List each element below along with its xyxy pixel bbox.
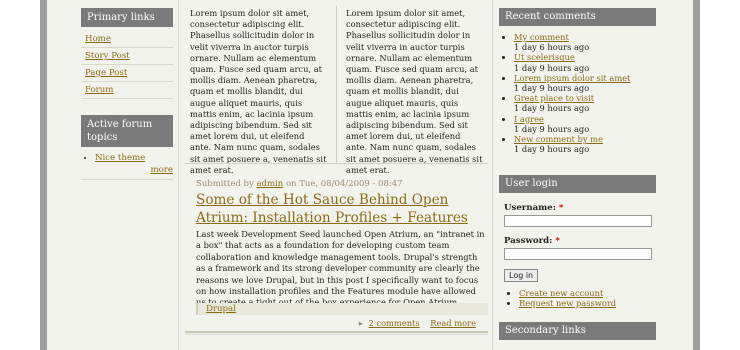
username-input[interactable] [504, 215, 652, 227]
primary-link-story-post: Story Post [81, 48, 173, 65]
arrow-icon: ▸ [358, 318, 363, 328]
required-mark: * [555, 236, 560, 246]
post-title-link[interactable]: Some of the Hot Sauce Behind Open Atrium… [196, 191, 486, 227]
primary-link-story-post-label[interactable]: Story Post [85, 51, 130, 61]
read-more-link[interactable]: Read more [430, 318, 476, 328]
forum-topics-list: Nice theme [81, 153, 173, 163]
forum-topics-title: Active forum topics [81, 115, 173, 147]
right-column-border [492, 0, 493, 350]
comment-item: Ut scelerisque1 day 9 hours ago [514, 52, 656, 72]
comment-link[interactable]: Ut scelerisque [514, 52, 575, 62]
post-submitted: Submitted by admin on Tue, 08/04/2009 - … [196, 179, 403, 189]
secondary-links-block: Secondary links [499, 322, 656, 340]
forum-topic-link[interactable]: Nice theme [95, 153, 145, 163]
comment-item: Great place to visit1 day 9 hours ago [514, 93, 656, 113]
comment-time: 1 day 6 hours ago [514, 42, 590, 53]
recent-comments-list: My comment1 day 6 hours ago Ut scelerisq… [499, 32, 656, 154]
username-label-text: Username: [504, 203, 556, 213]
comment-time: 1 day 9 hours ago [514, 83, 590, 94]
login-links: Create new account Request new password [504, 288, 651, 308]
tag-drupal-link[interactable]: Drupal [206, 304, 236, 314]
primary-links-title: Primary links [81, 8, 173, 27]
password-label: Password: * [504, 236, 651, 246]
user-login-block: User login Username: * Password: * Log i… [499, 175, 656, 308]
primary-link-forum-label[interactable]: Forum [85, 85, 113, 95]
comment-link[interactable]: New comment by me [514, 134, 603, 144]
comment-item: My comment1 day 6 hours ago [514, 32, 656, 52]
post-tags: Drupal [196, 303, 488, 315]
comment-time: 1 day 9 hours ago [514, 123, 590, 134]
comment-link[interactable]: Lorem ipsum dolor sit amet [514, 73, 630, 83]
submitted-date: on Tue, 08/04/2009 - 08:47 [285, 179, 403, 189]
comment-time: 1 day 9 hours ago [514, 62, 590, 73]
comment-link[interactable]: I agree [514, 114, 544, 124]
login-button[interactable]: Log in [504, 269, 539, 282]
post-body: Last week Development Seed launched Open… [196, 229, 485, 307]
comment-item: Lorem ipsum dolor sit amet1 day 9 hours … [514, 73, 656, 93]
create-account-item: Create new account [519, 288, 651, 298]
comments-link[interactable]: 2 comments [369, 318, 420, 328]
forum-topic-item: Nice theme [95, 153, 173, 163]
request-password-item: Request new password [519, 298, 651, 308]
right-sidebar: Recent comments My comment1 day 6 hours … [499, 8, 656, 154]
post-divider [185, 331, 488, 333]
columns-bottom-rule [185, 163, 488, 164]
post-links: ▸ 2 comments Read more [196, 318, 476, 328]
comment-link[interactable]: My comment [514, 32, 569, 42]
column-divider [336, 6, 337, 164]
primary-links-list: Home Story Post Page Post Forum [81, 31, 173, 99]
comment-time: 1 day 9 hours ago [514, 144, 590, 155]
submitted-prefix: Submitted by [196, 179, 254, 189]
request-password-link[interactable]: Request new password [519, 298, 616, 308]
comment-link[interactable]: Great place to visit [514, 93, 594, 103]
left-column-border [178, 0, 179, 350]
forum-more-link[interactable]: more [150, 165, 173, 175]
password-label-text: Password: [504, 236, 553, 246]
lorem-column-1: Lorem ipsum dolor sit amet, consectetur … [190, 8, 327, 175]
post-author-link[interactable]: admin [256, 179, 283, 189]
post-divider-thin [185, 334, 488, 335]
login-form: Username: * Password: * Log in Create ne… [499, 193, 656, 308]
primary-link-page-post-label[interactable]: Page Post [85, 68, 127, 78]
comment-item: I agree1 day 9 hours ago [514, 114, 656, 134]
primary-link-home: Home [81, 31, 173, 48]
primary-link-page-post: Page Post [81, 65, 173, 82]
secondary-links-title: Secondary links [499, 322, 656, 340]
password-input[interactable] [504, 248, 652, 260]
comment-time: 1 day 9 hours ago [514, 103, 590, 114]
required-mark: * [558, 203, 564, 213]
comment-item: New comment by me1 day 9 hours ago [514, 134, 656, 154]
user-login-title: User login [499, 175, 656, 193]
primary-link-home-label[interactable]: Home [85, 34, 111, 44]
primary-link-forum: Forum [81, 82, 173, 99]
recent-comments-title: Recent comments [499, 8, 656, 26]
create-account-link[interactable]: Create new account [519, 288, 603, 298]
lorem-column-2: Lorem ipsum dolor sit amet, consectetur … [346, 8, 483, 175]
left-sidebar: Primary links Home Story Post Page Post … [81, 8, 173, 180]
username-label: Username: * [504, 203, 651, 213]
forum-more: more [81, 165, 173, 180]
